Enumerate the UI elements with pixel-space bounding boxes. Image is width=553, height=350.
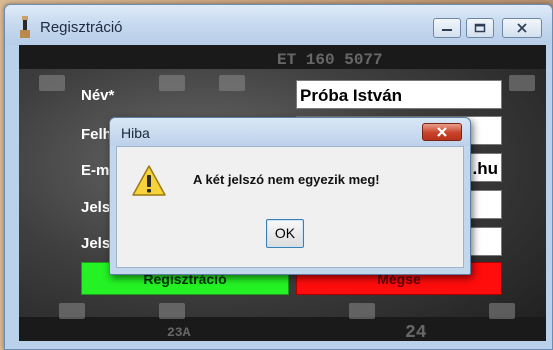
close-icon: [517, 23, 527, 33]
film-hole: [39, 75, 65, 91]
app-icon: [20, 16, 30, 38]
minimize-button[interactable]: [433, 18, 461, 38]
film-hole: [349, 303, 375, 319]
maximize-icon: [474, 23, 486, 33]
film-hole: [219, 75, 245, 91]
dialog-title: Hiba: [121, 125, 150, 141]
dialog-close-button[interactable]: [422, 123, 462, 141]
username-label: Felh: [81, 126, 112, 143]
ok-button[interactable]: OK: [266, 219, 304, 248]
dialog-title-bar[interactable]: Hiba: [110, 118, 470, 146]
close-button[interactable]: [502, 18, 542, 38]
password-label: Jels: [81, 199, 111, 216]
film-code-top: ET 160 5077: [277, 51, 383, 69]
password-confirm-label: Jels: [81, 235, 111, 252]
window-title: Regisztráció: [40, 19, 123, 36]
film-code-bottom-right: 24: [405, 323, 427, 341]
title-bar[interactable]: Regisztráció: [5, 5, 552, 45]
error-dialog: Hiba A két jelszó nem egyezik meg! OK: [109, 117, 471, 275]
film-hole: [59, 303, 85, 319]
name-label: Név*: [81, 87, 115, 104]
close-icon: [437, 127, 447, 137]
film-strip-bottom: [19, 317, 546, 341]
film-hole: [159, 75, 185, 91]
film-hole: [489, 303, 515, 319]
warning-icon: [132, 165, 166, 196]
maximize-button[interactable]: [466, 18, 494, 38]
email-label: E-m: [81, 162, 110, 179]
film-hole: [159, 303, 185, 319]
minimize-icon: [442, 29, 452, 31]
dialog-message: A két jelszó nem egyezik meg!: [193, 172, 380, 187]
name-field[interactable]: Próba István: [296, 80, 502, 109]
film-hole: [509, 75, 535, 91]
dialog-body: A két jelszó nem egyezik meg! OK: [116, 146, 464, 268]
film-code-bottom-left: 23A: [167, 325, 191, 340]
